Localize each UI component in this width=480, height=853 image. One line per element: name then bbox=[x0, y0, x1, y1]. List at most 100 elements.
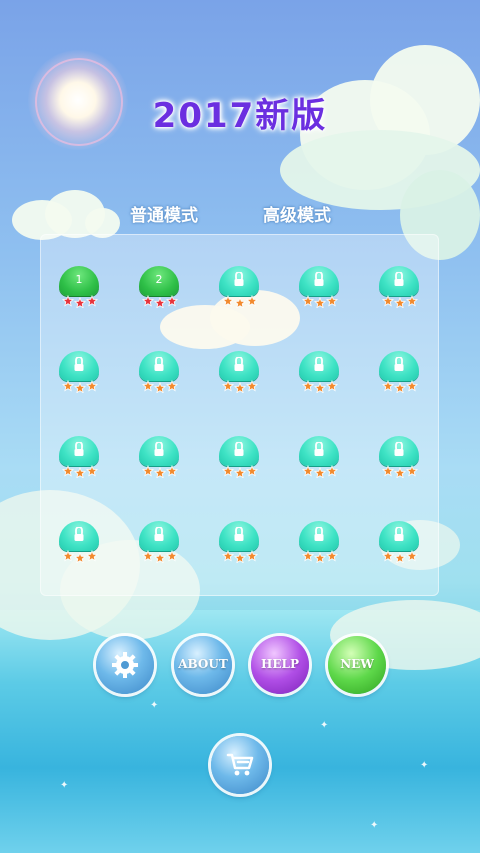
star-rating bbox=[62, 294, 98, 308]
help-button[interactable]: HELP bbox=[251, 636, 309, 694]
shop-button[interactable] bbox=[211, 736, 269, 794]
star-icon bbox=[246, 549, 258, 562]
star-icon bbox=[74, 381, 86, 393]
star-icon bbox=[326, 464, 338, 477]
star-icon bbox=[382, 294, 394, 307]
star-rating bbox=[382, 379, 418, 393]
star-icon bbox=[302, 464, 314, 477]
star-rating bbox=[142, 294, 178, 308]
star-icon bbox=[166, 379, 178, 392]
lock-icon bbox=[154, 527, 164, 541]
lock-icon bbox=[314, 527, 324, 541]
lock-icon bbox=[154, 442, 164, 456]
lock-icon bbox=[234, 272, 244, 286]
level-button[interactable] bbox=[218, 521, 260, 565]
star-icon bbox=[314, 381, 326, 393]
lock-icon bbox=[74, 527, 84, 541]
star-icon bbox=[142, 464, 154, 477]
help-label: HELP bbox=[261, 657, 299, 671]
star-rating bbox=[382, 294, 418, 308]
star-icon bbox=[314, 551, 326, 563]
star-icon bbox=[326, 379, 338, 392]
level-button[interactable] bbox=[138, 351, 180, 395]
level-button[interactable] bbox=[218, 266, 260, 310]
sparkle: ✦ bbox=[320, 720, 329, 731]
level-button[interactable] bbox=[298, 436, 340, 480]
star-icon bbox=[74, 466, 86, 478]
star-icon bbox=[222, 294, 234, 307]
lock-icon bbox=[74, 357, 84, 371]
star-icon bbox=[62, 464, 74, 477]
tab-normal-mode[interactable]: 普通模式 bbox=[122, 203, 206, 229]
gear-icon bbox=[112, 652, 138, 678]
star-rating bbox=[382, 464, 418, 478]
level-button[interactable] bbox=[298, 351, 340, 395]
level-button[interactable] bbox=[298, 266, 340, 310]
level-button[interactable] bbox=[378, 351, 420, 395]
star-icon bbox=[302, 294, 314, 307]
star-icon bbox=[62, 294, 74, 307]
new-button[interactable]: NEW bbox=[328, 636, 386, 694]
level-button[interactable] bbox=[58, 521, 100, 565]
level-button[interactable] bbox=[138, 436, 180, 480]
about-label: ABOUT bbox=[178, 657, 228, 671]
lock-icon bbox=[234, 442, 244, 456]
level-button[interactable] bbox=[218, 351, 260, 395]
level-button[interactable] bbox=[378, 521, 420, 565]
star-icon bbox=[222, 464, 234, 477]
lock-icon bbox=[394, 272, 404, 286]
star-icon bbox=[62, 379, 74, 392]
star-rating bbox=[222, 549, 258, 563]
level-button[interactable]: 1 bbox=[58, 266, 100, 310]
star-icon bbox=[154, 466, 166, 478]
star-icon bbox=[234, 381, 246, 393]
star-icon bbox=[314, 466, 326, 478]
star-icon bbox=[86, 379, 98, 392]
star-rating bbox=[62, 379, 98, 393]
star-icon bbox=[246, 379, 258, 392]
star-icon bbox=[142, 294, 154, 307]
star-icon bbox=[326, 549, 338, 562]
level-button[interactable] bbox=[58, 436, 100, 480]
star-rating bbox=[142, 379, 178, 393]
star-icon bbox=[166, 464, 178, 477]
level-button[interactable] bbox=[298, 521, 340, 565]
star-icon bbox=[382, 464, 394, 477]
lock-icon bbox=[74, 442, 84, 456]
star-icon bbox=[326, 294, 338, 307]
level-button[interactable] bbox=[218, 436, 260, 480]
level-number: 2 bbox=[155, 273, 163, 286]
star-icon bbox=[154, 381, 166, 393]
star-rating bbox=[302, 464, 338, 478]
star-icon bbox=[246, 294, 258, 307]
level-button[interactable] bbox=[378, 266, 420, 310]
settings-button[interactable] bbox=[96, 636, 154, 694]
about-button[interactable]: ABOUT bbox=[174, 636, 232, 694]
lock-icon bbox=[394, 527, 404, 541]
level-number: 1 bbox=[75, 273, 83, 286]
star-icon bbox=[406, 294, 418, 307]
star-icon bbox=[166, 549, 178, 562]
star-icon bbox=[406, 464, 418, 477]
level-select-panel: 12 bbox=[40, 234, 439, 596]
star-rating bbox=[62, 464, 98, 478]
star-icon bbox=[394, 381, 406, 393]
tab-advanced-mode[interactable]: 高级模式 bbox=[255, 203, 339, 229]
star-rating bbox=[302, 379, 338, 393]
level-button[interactable]: 2 bbox=[138, 266, 180, 310]
lock-icon bbox=[314, 357, 324, 371]
star-icon bbox=[394, 466, 406, 478]
level-button[interactable] bbox=[58, 351, 100, 395]
lock-icon bbox=[234, 527, 244, 541]
sparkle: ✦ bbox=[370, 820, 379, 831]
star-icon bbox=[222, 549, 234, 562]
star-icon bbox=[222, 379, 234, 392]
level-button[interactable] bbox=[138, 521, 180, 565]
star-icon bbox=[74, 551, 86, 563]
star-rating bbox=[142, 549, 178, 563]
star-icon bbox=[86, 294, 98, 307]
lock-icon bbox=[154, 357, 164, 371]
star-icon bbox=[86, 464, 98, 477]
star-rating bbox=[302, 549, 338, 563]
level-button[interactable] bbox=[378, 436, 420, 480]
